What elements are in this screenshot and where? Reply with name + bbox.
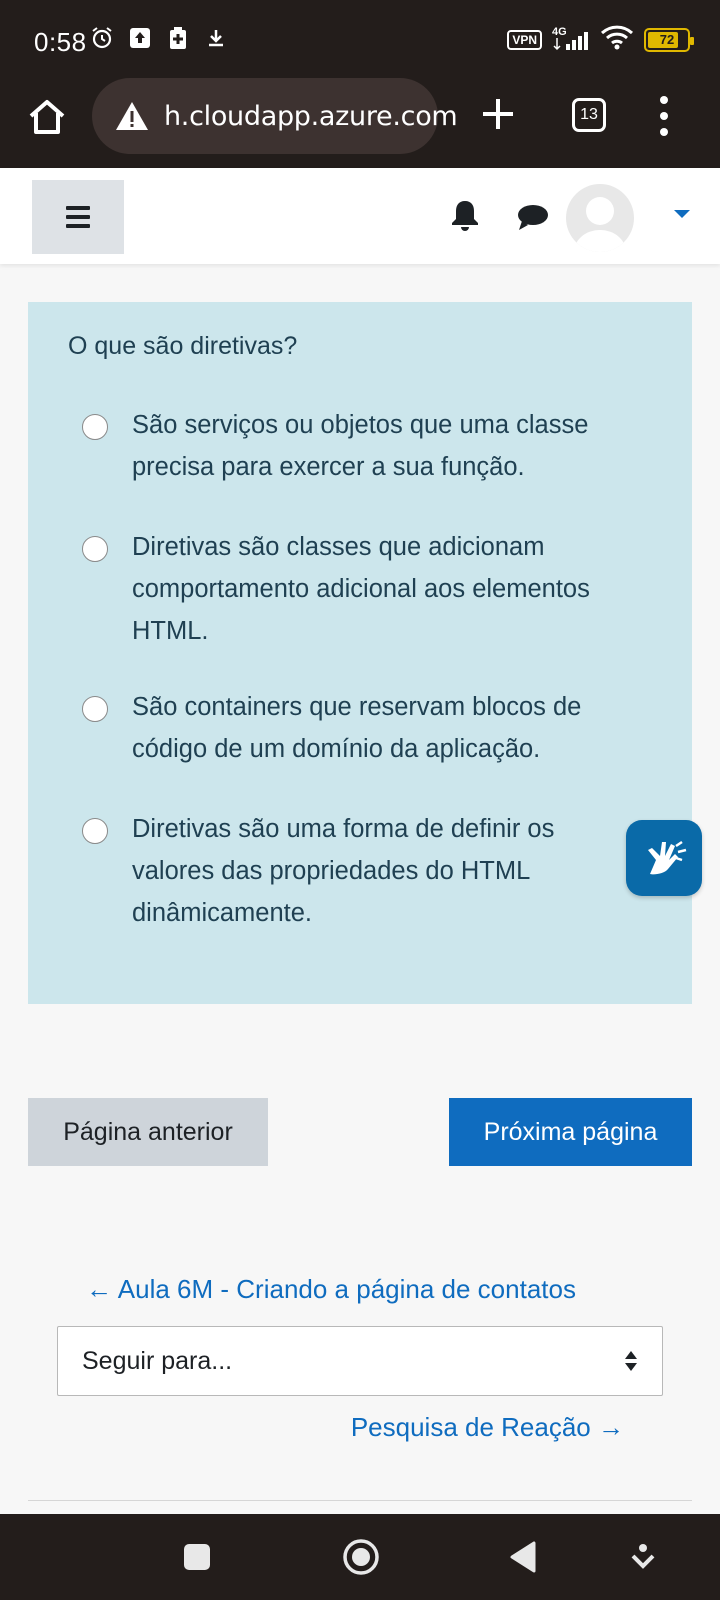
jump-to-select[interactable]: Seguir para... <box>57 1326 663 1396</box>
tabs-icon[interactable]: 13 <box>572 98 606 132</box>
radio-button[interactable] <box>82 696 108 722</box>
question-text: O que são diretivas? <box>68 332 298 360</box>
battery-icon: 72 <box>644 27 694 52</box>
browser-toolbar: h.cloudapp.azure.com 13 <box>0 76 720 168</box>
avatar[interactable] <box>566 184 634 252</box>
url-text: h.cloudapp.azure.com <box>164 100 458 132</box>
menu-icon[interactable] <box>32 180 124 254</box>
more-vert-icon[interactable] <box>654 96 674 136</box>
question-card: O que são diretivas? São serviços ou obj… <box>28 302 692 1004</box>
answer-option[interactable]: São containers que reservam blocos de có… <box>82 686 642 770</box>
answer-label[interactable]: Diretivas são classes que adicionam comp… <box>132 526 642 652</box>
jump-to-value: Seguir para... <box>82 1346 233 1375</box>
divider <box>28 1500 692 1501</box>
radio-button[interactable] <box>82 818 108 844</box>
address-bar[interactable]: h.cloudapp.azure.com <box>92 78 458 154</box>
previous-page-button[interactable]: Página anterior <box>28 1098 268 1166</box>
chat-icon[interactable] <box>516 202 550 232</box>
status-notification-icons <box>90 26 228 50</box>
signal-icon: 4G <box>552 25 590 52</box>
system-nav-bar <box>0 1514 720 1600</box>
answer-label[interactable]: São containers que reservam blocos de có… <box>132 686 642 770</box>
answer-option[interactable]: São serviços ou objetos que uma classe p… <box>82 404 642 488</box>
bell-icon[interactable] <box>450 198 480 232</box>
select-arrows-icon <box>624 1350 638 1372</box>
home-icon[interactable] <box>26 96 68 138</box>
alarm-icon <box>90 26 114 50</box>
upload-icon <box>128 26 152 50</box>
sign-language-icon[interactable] <box>626 820 702 896</box>
home-circle-icon[interactable] <box>342 1538 380 1576</box>
answer-label[interactable]: São serviços ou objetos que uma classe p… <box>132 404 642 488</box>
status-time: 0:58 <box>34 27 87 57</box>
network-type: 4G <box>552 25 567 38</box>
answer-option[interactable]: Diretivas são classes que adicionam comp… <box>82 526 642 652</box>
caret-down-icon[interactable] <box>674 210 690 218</box>
plus-icon[interactable] <box>478 94 518 134</box>
next-activity-link[interactable]: Pesquisa de Reação → <box>351 1412 624 1443</box>
warning-icon[interactable] <box>114 100 150 132</box>
recents-icon[interactable] <box>184 1544 210 1570</box>
hide-nav-icon[interactable] <box>630 1542 656 1572</box>
answer-option[interactable]: Diretivas são uma forma de definir os va… <box>82 808 642 934</box>
previous-activity-link[interactable]: ← Aula 6M - Criando a página de contatos <box>86 1274 576 1305</box>
site-navbar <box>0 168 720 264</box>
back-icon[interactable] <box>508 1540 538 1574</box>
battery-saver-icon <box>166 26 190 50</box>
download-icon <box>204 26 228 50</box>
vpn-badge: VPN <box>507 29 542 50</box>
wifi-icon <box>600 24 634 55</box>
radio-button[interactable] <box>82 414 108 440</box>
answer-label[interactable]: Diretivas são uma forma de definir os va… <box>132 808 642 934</box>
next-page-button[interactable]: Próxima página <box>449 1098 692 1166</box>
status-bar: 0:58 VPN 4G 72 <box>0 0 720 76</box>
battery-percent: 72 <box>659 31 675 47</box>
status-system-icons: VPN 4G 72 <box>507 24 694 55</box>
radio-button[interactable] <box>82 536 108 562</box>
